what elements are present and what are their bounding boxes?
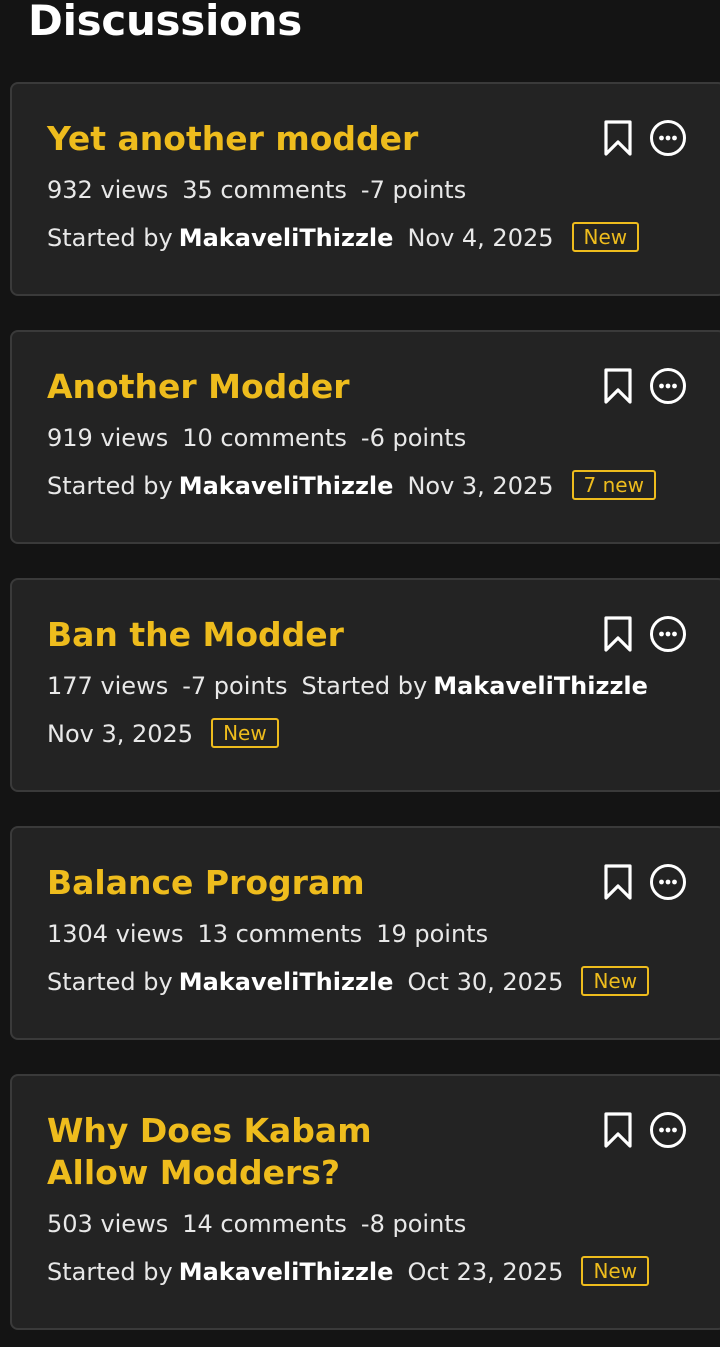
view-count: 932 views bbox=[47, 176, 169, 204]
bookmark-icon bbox=[604, 368, 632, 404]
discussion-title[interactable]: Ban the Modder bbox=[47, 614, 467, 656]
view-count: 919 views bbox=[47, 424, 169, 452]
discussion-title[interactable]: Why Does Kabam Allow Modders? bbox=[47, 1110, 467, 1194]
discussion-date: Oct 23, 2025 bbox=[407, 1258, 564, 1286]
bookmark-icon bbox=[604, 1112, 632, 1148]
author-link[interactable]: MakaveliThizzle bbox=[179, 224, 394, 252]
discussion-card: Yet another modder 932 views 35 comments -… bbox=[10, 82, 720, 296]
more-options-icon bbox=[650, 616, 686, 652]
bookmark-icon bbox=[604, 120, 632, 156]
new-badge: New bbox=[571, 222, 640, 252]
author-link[interactable]: MakaveliThizzle bbox=[179, 1258, 394, 1286]
bookmark-button[interactable] bbox=[598, 118, 638, 158]
discussion-date: Nov 4, 2025 bbox=[407, 224, 554, 252]
more-options-button[interactable] bbox=[648, 1110, 688, 1150]
discussion-date: Nov 3, 2025 bbox=[47, 720, 194, 748]
bookmark-button[interactable] bbox=[598, 614, 638, 654]
discussion-date: Oct 30, 2025 bbox=[407, 968, 564, 996]
discussion-date: Nov 3, 2025 bbox=[407, 472, 554, 500]
bookmark-button[interactable] bbox=[598, 366, 638, 406]
author-link[interactable]: MakaveliThizzle bbox=[433, 672, 648, 700]
discussion-title[interactable]: Yet another modder bbox=[47, 118, 467, 160]
more-options-icon bbox=[650, 368, 686, 404]
view-count: 177 views bbox=[47, 672, 169, 700]
more-options-button[interactable] bbox=[648, 366, 688, 406]
discussion-stats: 1304 views 13 comments 19 points bbox=[47, 920, 502, 948]
started-by-label: Started by bbox=[47, 472, 173, 500]
discussion-byline: Started by MakaveliThizzle Nov 3, 2025 7 ne… bbox=[47, 470, 670, 500]
author-link[interactable]: MakaveliThizzle bbox=[179, 472, 394, 500]
started-by-label: Started by bbox=[47, 1258, 173, 1286]
point-count: -7 points bbox=[182, 672, 288, 700]
discussion-byline: Started by MakaveliThizzle Oct 30, 2025 New bbox=[47, 966, 663, 996]
discussion-title[interactable]: Balance Program bbox=[47, 862, 467, 904]
discussion-byline: Started by MakaveliThizzle Oct 23, 2025 New bbox=[47, 1256, 663, 1286]
author-link[interactable]: MakaveliThizzle bbox=[179, 968, 394, 996]
discussion-card: Why Does Kabam Allow Modders? 503 views 1… bbox=[10, 1074, 720, 1330]
new-badge: New bbox=[211, 718, 279, 748]
more-options-icon bbox=[650, 864, 686, 900]
more-options-icon bbox=[650, 120, 686, 156]
new-badge: New bbox=[581, 1256, 650, 1286]
discussion-card: Balance Program 1304 views 13 comments 19 … bbox=[10, 826, 720, 1040]
comment-count: 35 comments bbox=[182, 176, 347, 204]
started-by-label: Started by bbox=[301, 672, 428, 700]
more-options-button[interactable] bbox=[648, 118, 688, 158]
page-title: Discussions bbox=[28, 0, 302, 45]
more-options-icon bbox=[650, 1112, 686, 1148]
bookmark-icon bbox=[604, 616, 632, 652]
new-badge: New bbox=[581, 966, 650, 996]
discussion-title[interactable]: Another Modder bbox=[47, 366, 467, 408]
more-options-button[interactable] bbox=[648, 862, 688, 902]
discussion-stats: 919 views 10 comments -6 points bbox=[47, 424, 480, 452]
point-count: -8 points bbox=[360, 1210, 467, 1238]
discussion-byline: Nov 3, 2025 New bbox=[47, 718, 293, 748]
discussion-card: Another Modder 919 views 10 comments -6 po… bbox=[10, 330, 720, 544]
more-options-button[interactable] bbox=[648, 614, 688, 654]
discussion-card: Ban the Modder 177 views -7 points Started… bbox=[10, 578, 720, 792]
comment-count: 14 comments bbox=[182, 1210, 347, 1238]
discussion-stats: 177 views -7 points Started by MakaveliThiz… bbox=[47, 672, 662, 700]
bookmark-icon bbox=[604, 864, 632, 900]
discussion-stats: 932 views 35 comments -7 points bbox=[47, 176, 480, 204]
point-count: 19 points bbox=[376, 920, 489, 948]
started-by-label: Started by bbox=[47, 968, 173, 996]
discussion-stats: 503 views 14 comments -8 points bbox=[47, 1210, 480, 1238]
view-count: 503 views bbox=[47, 1210, 169, 1238]
point-count: -7 points bbox=[360, 176, 467, 204]
comment-count: 10 comments bbox=[182, 424, 347, 452]
point-count: -6 points bbox=[360, 424, 467, 452]
view-count: 1304 views bbox=[47, 920, 184, 948]
comment-count: 13 comments bbox=[197, 920, 363, 948]
discussion-byline: Started by MakaveliThizzle Nov 4, 2025 New bbox=[47, 222, 653, 252]
new-comments-badge: 7 new bbox=[571, 470, 656, 500]
bookmark-button[interactable] bbox=[598, 862, 638, 902]
bookmark-button[interactable] bbox=[598, 1110, 638, 1150]
started-by-label: Started by bbox=[47, 224, 173, 252]
